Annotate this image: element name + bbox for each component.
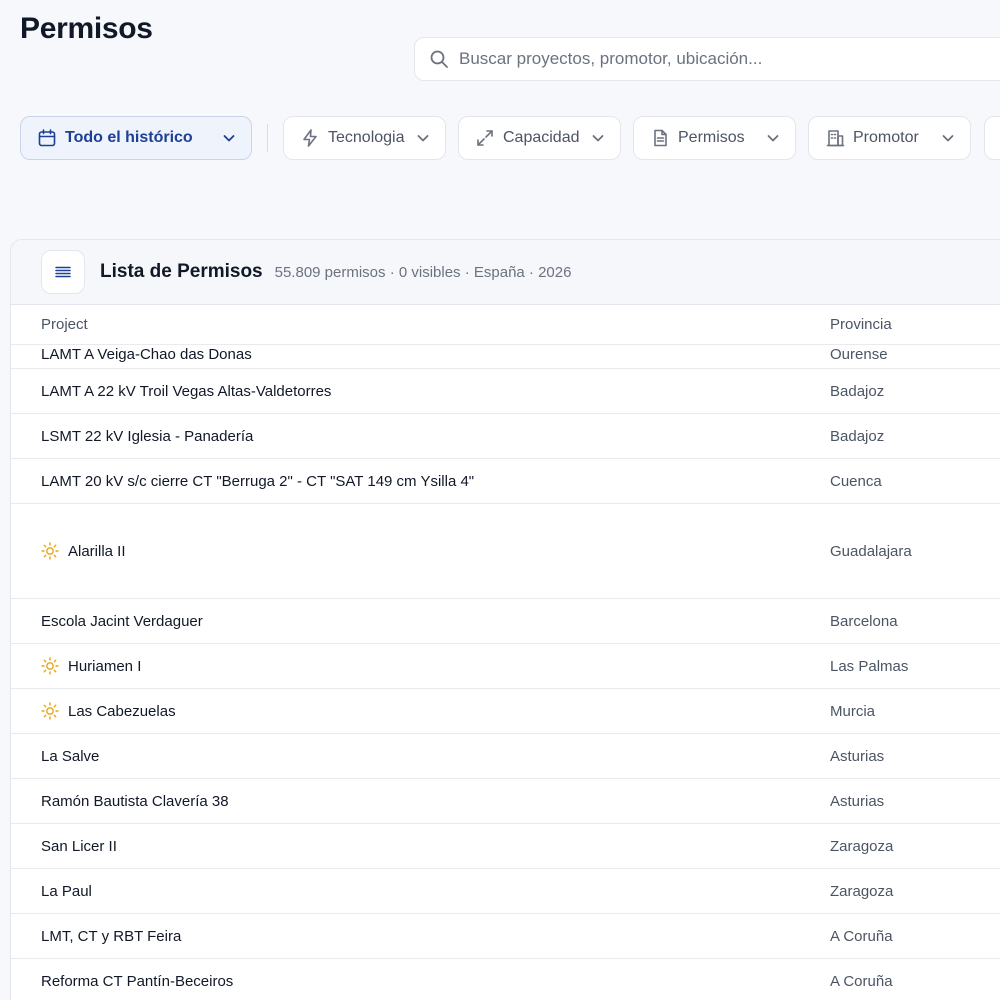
promoter-label: Promotor [853,129,919,146]
project-cell: San Licer II [41,824,117,868]
project-name: La Salve [41,747,100,765]
provincia-cell: A Coruña [830,927,893,945]
project-name: Escola Jacint Verdaguer [41,612,203,630]
sun-icon [41,702,59,720]
search-bar[interactable] [414,37,1000,81]
table-row[interactable]: LMT, CT y RBT Feira A Coruña [11,914,1000,959]
technology-filter[interactable]: Tecnologia [283,116,446,160]
chevron-down-icon [221,130,237,146]
project-cell: LSMT 22 kV Iglesia - Panadería [41,414,253,458]
project-cell: Reforma CT Pantín-Beceiros [41,959,233,1000]
lightning-icon [300,128,320,148]
sun-icon [41,542,59,560]
project-name: Huriamen I [68,657,142,675]
project-name: Ramón Bautista Clavería 38 [41,792,229,810]
provincia-cell: A Coruña [830,972,893,990]
search-input[interactable] [459,49,999,69]
project-name: LAMT 20 kV s/c cierre CT "Berruga 2" - C… [41,472,475,490]
table-row[interactable]: Alarilla II Guadalajara [11,504,1000,599]
project-cell: LMT, CT y RBT Feira [41,914,181,958]
panel-subtitle: 55.809 permisos · 0 visibles · España · … [274,263,572,281]
project-cell: LAMT A 22 kV Troil Vegas Altas-Valdetorr… [41,369,331,413]
project-cell: LAMT A Veiga-Chao das Donas [41,345,252,366]
search-icon [429,49,449,69]
capacity-filter[interactable]: Capacidad [458,116,621,160]
panel-header: Lista de Permisos 55.809 permisos · 0 vi… [11,240,1000,305]
table-row[interactable]: LAMT 20 kV s/c cierre CT "Berruga 2" - C… [11,459,1000,504]
document-icon [650,128,670,148]
promoter-filter[interactable]: Promotor [808,116,971,160]
provincia-cell: Las Palmas [830,657,909,675]
provincia-cell: Asturias [830,792,885,810]
more-filter[interactable] [984,116,1000,160]
sun-icon [41,657,59,675]
provincia-cell: Zaragoza [830,837,894,855]
table-row[interactable]: La Paul Zaragoza [11,869,1000,914]
permits-filter[interactable]: Permisos [633,116,796,160]
project-cell: Alarilla II [41,504,126,598]
project-cell: Ramón Bautista Clavería 38 [41,779,229,823]
provincia-cell: Ourense [830,346,888,363]
project-name: LAMT A 22 kV Troil Vegas Altas-Valdetorr… [41,382,332,400]
project-cell: Escola Jacint Verdaguer [41,599,203,643]
project-name: LMT, CT y RBT Feira [41,927,182,945]
list-icon [54,265,72,279]
provincia-cell: Badajoz [830,427,885,445]
calendar-icon [37,128,57,148]
project-cell: La Salve [41,734,99,778]
table-row[interactable]: LSMT 22 kV Iglesia - Panadería Badajoz [11,414,1000,459]
list-menu-button[interactable] [41,250,85,294]
provincia-cell: Barcelona [830,612,898,630]
chevron-down-icon [940,130,956,146]
project-name: Reforma CT Pantín-Beceiros [41,972,234,990]
table-row[interactable]: LAMT A 22 kV Troil Vegas Altas-Valdetorr… [11,369,1000,414]
project-name: LSMT 22 kV Iglesia - Panadería [41,427,254,445]
page-title: Permisos [20,12,153,45]
date-range-filter[interactable]: Todo el histórico [20,116,252,160]
table-row[interactable]: LAMT A Veiga-Chao das Donas Ourense [11,345,1000,369]
table-row[interactable]: San Licer II Zaragoza [11,824,1000,869]
expand-icon [475,128,495,148]
provincia-cell: Asturias [830,747,885,765]
table-body: LAMT A Veiga-Chao das Donas Ourense LAMT A… [11,345,1000,1000]
table-header: Project Provincia [11,305,1000,345]
panel-title: Lista de Permisos [100,261,263,282]
project-name: La Paul [41,882,92,900]
technology-label: Tecnologia [328,129,405,146]
table-row[interactable]: Huriamen I Las Palmas [11,644,1000,689]
provincia-cell: Zaragoza [830,882,894,900]
provincia-cell: Guadalajara [830,542,912,560]
chevron-down-icon [765,130,781,146]
provincia-cell: Badajoz [830,382,885,400]
project-cell: LAMT 20 kV s/c cierre CT "Berruga 2" - C… [41,459,474,503]
building-icon [825,128,845,148]
table-row[interactable]: Escola Jacint Verdaguer Barcelona [11,599,1000,644]
date-range-label: Todo el histórico [65,129,193,146]
chevron-down-icon [415,130,431,146]
table-row[interactable]: Las Cabezuelas Murcia [11,689,1000,734]
permits-panel: Lista de Permisos 55.809 permisos · 0 vi… [10,239,1000,1000]
provincia-cell: Cuenca [830,472,882,490]
table-row[interactable]: Reforma CT Pantín-Beceiros A Coruña [11,959,1000,1000]
project-cell: Huriamen I [41,644,141,688]
project-name: Alarilla II [68,542,126,560]
table-row[interactable]: La Salve Asturias [11,734,1000,779]
chevron-down-icon [590,130,606,146]
provincia-cell: Murcia [830,702,876,720]
project-cell: La Paul [41,869,92,913]
permits-label: Permisos [678,129,745,146]
project-name: Las Cabezuelas [68,702,176,720]
column-header-project[interactable]: Project [41,316,88,333]
filter-divider [267,124,268,152]
column-header-provincia[interactable]: Provincia [830,316,892,333]
project-name: San Licer II [41,837,117,855]
project-name: LAMT A Veiga-Chao das Donas [41,346,252,363]
capacity-label: Capacidad [503,129,580,146]
project-cell: Las Cabezuelas [41,689,176,733]
table-row[interactable]: Ramón Bautista Clavería 38 Asturias [11,779,1000,824]
